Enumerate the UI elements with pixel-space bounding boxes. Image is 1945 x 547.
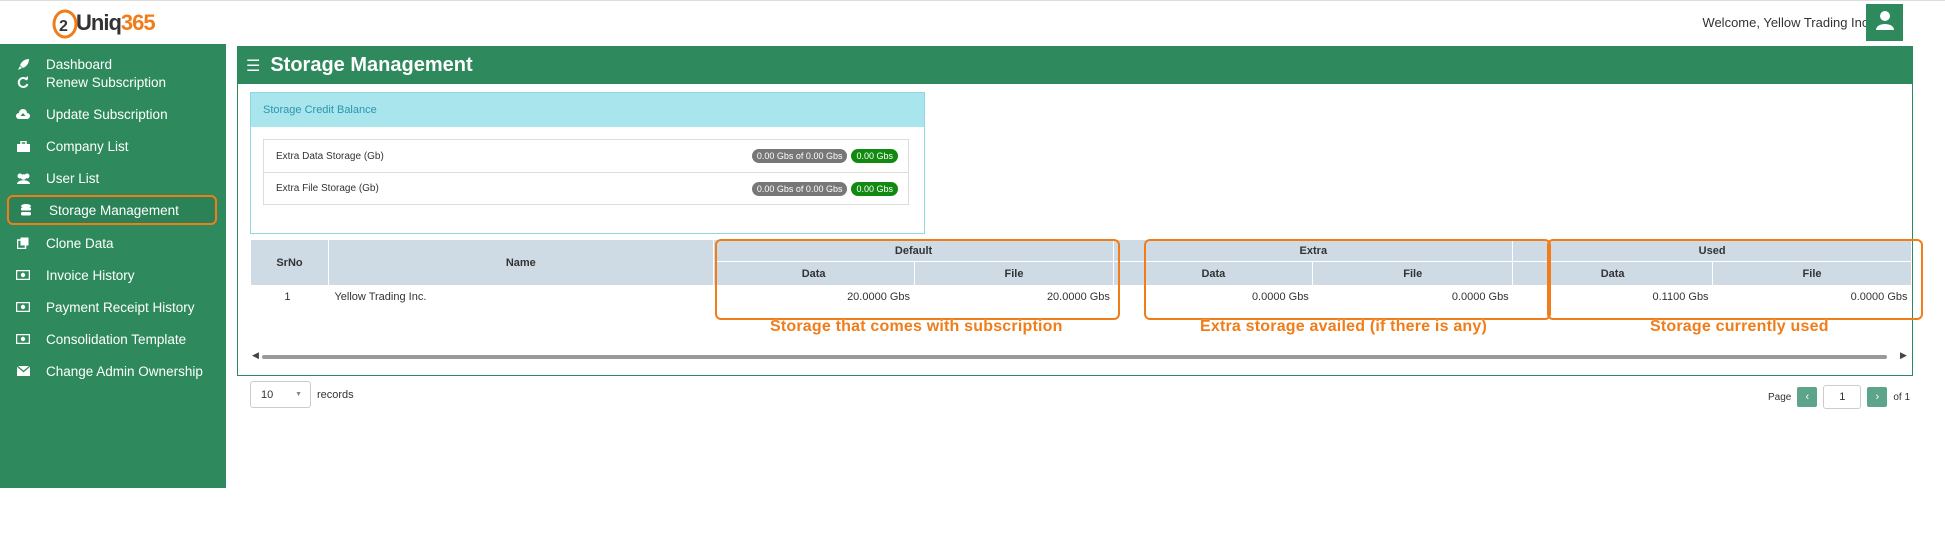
money-icon [12, 334, 34, 344]
used-highlight-box [1547, 239, 1923, 320]
user-icon [1875, 10, 1894, 35]
top-bar: 2 Uniq365 Welcome, Yellow Trading Inc. [0, 0, 1945, 44]
sidebar-item-label: Company List [46, 138, 129, 154]
header-srno[interactable]: SrNo [250, 239, 329, 286]
extra-highlight-box [1144, 239, 1551, 320]
money-icon [12, 270, 34, 280]
cell-name: Yellow Trading Inc. [328, 285, 714, 308]
balance-badge: 0.00 Gbs [851, 181, 898, 196]
sidebar-item-label: Update Subscription [46, 106, 168, 122]
page-total-label: of 1 [1893, 391, 1911, 403]
cloud-upload-icon [12, 108, 34, 120]
storage-credit-list: Extra Data Storage (Gb) 0.00 Gbs of 0.00… [263, 139, 909, 205]
scroll-thumb[interactable] [262, 355, 1887, 359]
chevron-down-icon: ▼ [295, 391, 302, 398]
credit-row-extra-file: Extra File Storage (Gb) 0.00 Gbs of 0.00… [264, 172, 908, 204]
used-note: Storage currently used [1650, 318, 1829, 335]
credit-row-extra-data: Extra Data Storage (Gb) 0.00 Gbs of 0.00… [264, 140, 908, 172]
database-icon [15, 204, 37, 216]
credit-row-label: Extra Data Storage (Gb) [276, 150, 384, 162]
logo-text: Uniq365 [76, 10, 156, 35]
scroll-left-icon[interactable]: ◀ [252, 350, 259, 361]
sidebar-item-change-admin-ownership[interactable]: Change Admin Ownership [0, 351, 226, 391]
page-size-control: 10 ▼ records [250, 381, 354, 408]
usage-badge: 0.00 Gbs of 0.00 Gbs [751, 181, 848, 196]
usage-badge: 0.00 Gbs of 0.00 Gbs [751, 149, 848, 163]
sidebar-item-user-list[interactable]: User List [0, 158, 226, 198]
sidebar-item-label: Payment Receipt History [46, 299, 195, 315]
default-highlight-box [715, 239, 1120, 320]
sidebar-item-label: Change Admin Ownership [46, 363, 203, 379]
balance-badge: 0.00 Gbs [851, 149, 898, 163]
page-size-value: 10 [261, 388, 274, 401]
sidebar-item-label: Renew Subscription [46, 74, 167, 90]
horizontal-scrollbar[interactable]: ◀ ▶ [250, 350, 1910, 362]
storage-credit-title: Storage Credit Balance [251, 93, 924, 127]
clone-icon [12, 237, 34, 249]
prev-page-button[interactable]: ‹ [1797, 387, 1818, 407]
app-logo[interactable]: 2 Uniq365 [50, 5, 156, 41]
records-label: records [317, 388, 354, 401]
next-page-button[interactable]: › [1867, 387, 1888, 407]
envelope-icon [12, 366, 34, 376]
header-name[interactable]: Name [327, 239, 714, 286]
sidebar-item-label: Invoice History [46, 267, 135, 283]
user-menu-button[interactable] [1866, 4, 1903, 41]
sidebar: Dashboard Renew Subscription Update Subs… [0, 44, 226, 488]
extra-note: Extra storage availed (if there is any) [1200, 318, 1488, 335]
default-note: Storage that comes with subscription [770, 318, 1063, 335]
cell-srno: 1 [250, 285, 329, 308]
pagination: Page ‹ 1 › of 1 [1768, 385, 1910, 409]
panel-header: ☰ Storage Management [238, 47, 1912, 84]
page-size-select[interactable]: 10 ▼ [250, 381, 311, 408]
refresh-icon [12, 76, 34, 88]
sidebar-item-label: Storage Management [49, 202, 179, 218]
sidebar-item-storage-management[interactable]: Storage Management [7, 195, 217, 225]
credit-row-label: Extra File Storage (Gb) [276, 183, 379, 194]
scroll-right-icon[interactable]: ▶ [1900, 350, 1907, 361]
briefcase-icon [12, 140, 34, 152]
money-icon [12, 302, 34, 312]
storage-credit-card: Storage Credit Balance Extra Data Storag… [250, 92, 925, 234]
menu-toggle-icon[interactable]: ☰ [246, 56, 260, 76]
welcome-text: Welcome, Yellow Trading Inc. [1702, 15, 1872, 30]
page-title: Storage Management [270, 54, 473, 76]
users-icon [12, 173, 34, 184]
sidebar-item-label: Consolidation Template [46, 331, 187, 347]
page-label: Page [1768, 391, 1792, 403]
sidebar-item-label: User List [46, 170, 100, 186]
sidebar-item-label: Clone Data [46, 235, 114, 251]
logo-mark-icon: 2 [50, 6, 80, 40]
page-number-input[interactable]: 1 [1823, 385, 1862, 409]
svg-text:2: 2 [59, 18, 68, 35]
